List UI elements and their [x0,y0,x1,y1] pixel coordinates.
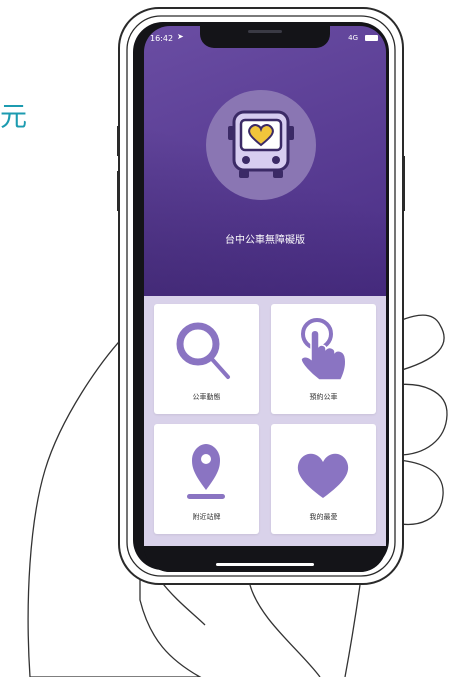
menu-tile-favorites[interactable]: 我的最愛 [271,424,376,534]
home-indicator-area [144,546,386,572]
signal-indicator: 4G [348,34,358,42]
menu-tile-book-bus[interactable]: 預約公車 [271,304,376,414]
app-logo [206,90,316,200]
app-title: 台中公車無障礙版 [225,235,305,246]
home-indicator[interactable] [216,563,314,566]
phone-screen: 16:42 ➤ 4G 台中公車無障礙版 公車動態 預約公車 附近站牌 我的最愛 [144,26,386,572]
location-arrow-icon: ➤ [177,32,184,41]
menu-label: 附近站牌 [192,513,221,521]
battery-icon [365,35,378,41]
menu-grid: 公車動態 預約公車 附近站牌 我的最愛 [144,296,386,546]
menu-label: 我的最愛 [309,513,338,521]
menu-tile-bus-status[interactable]: 公車動態 [154,304,259,414]
bus-heart-icon [228,110,294,178]
status-time: 16:42 [150,34,174,43]
menu-label: 預約公車 [309,393,338,401]
menu-label: 公車動態 [192,393,221,401]
menu-tile-nearby-stops[interactable]: 附近站牌 [154,424,259,534]
status-bar: 16:42 ➤ 4G [144,32,386,48]
